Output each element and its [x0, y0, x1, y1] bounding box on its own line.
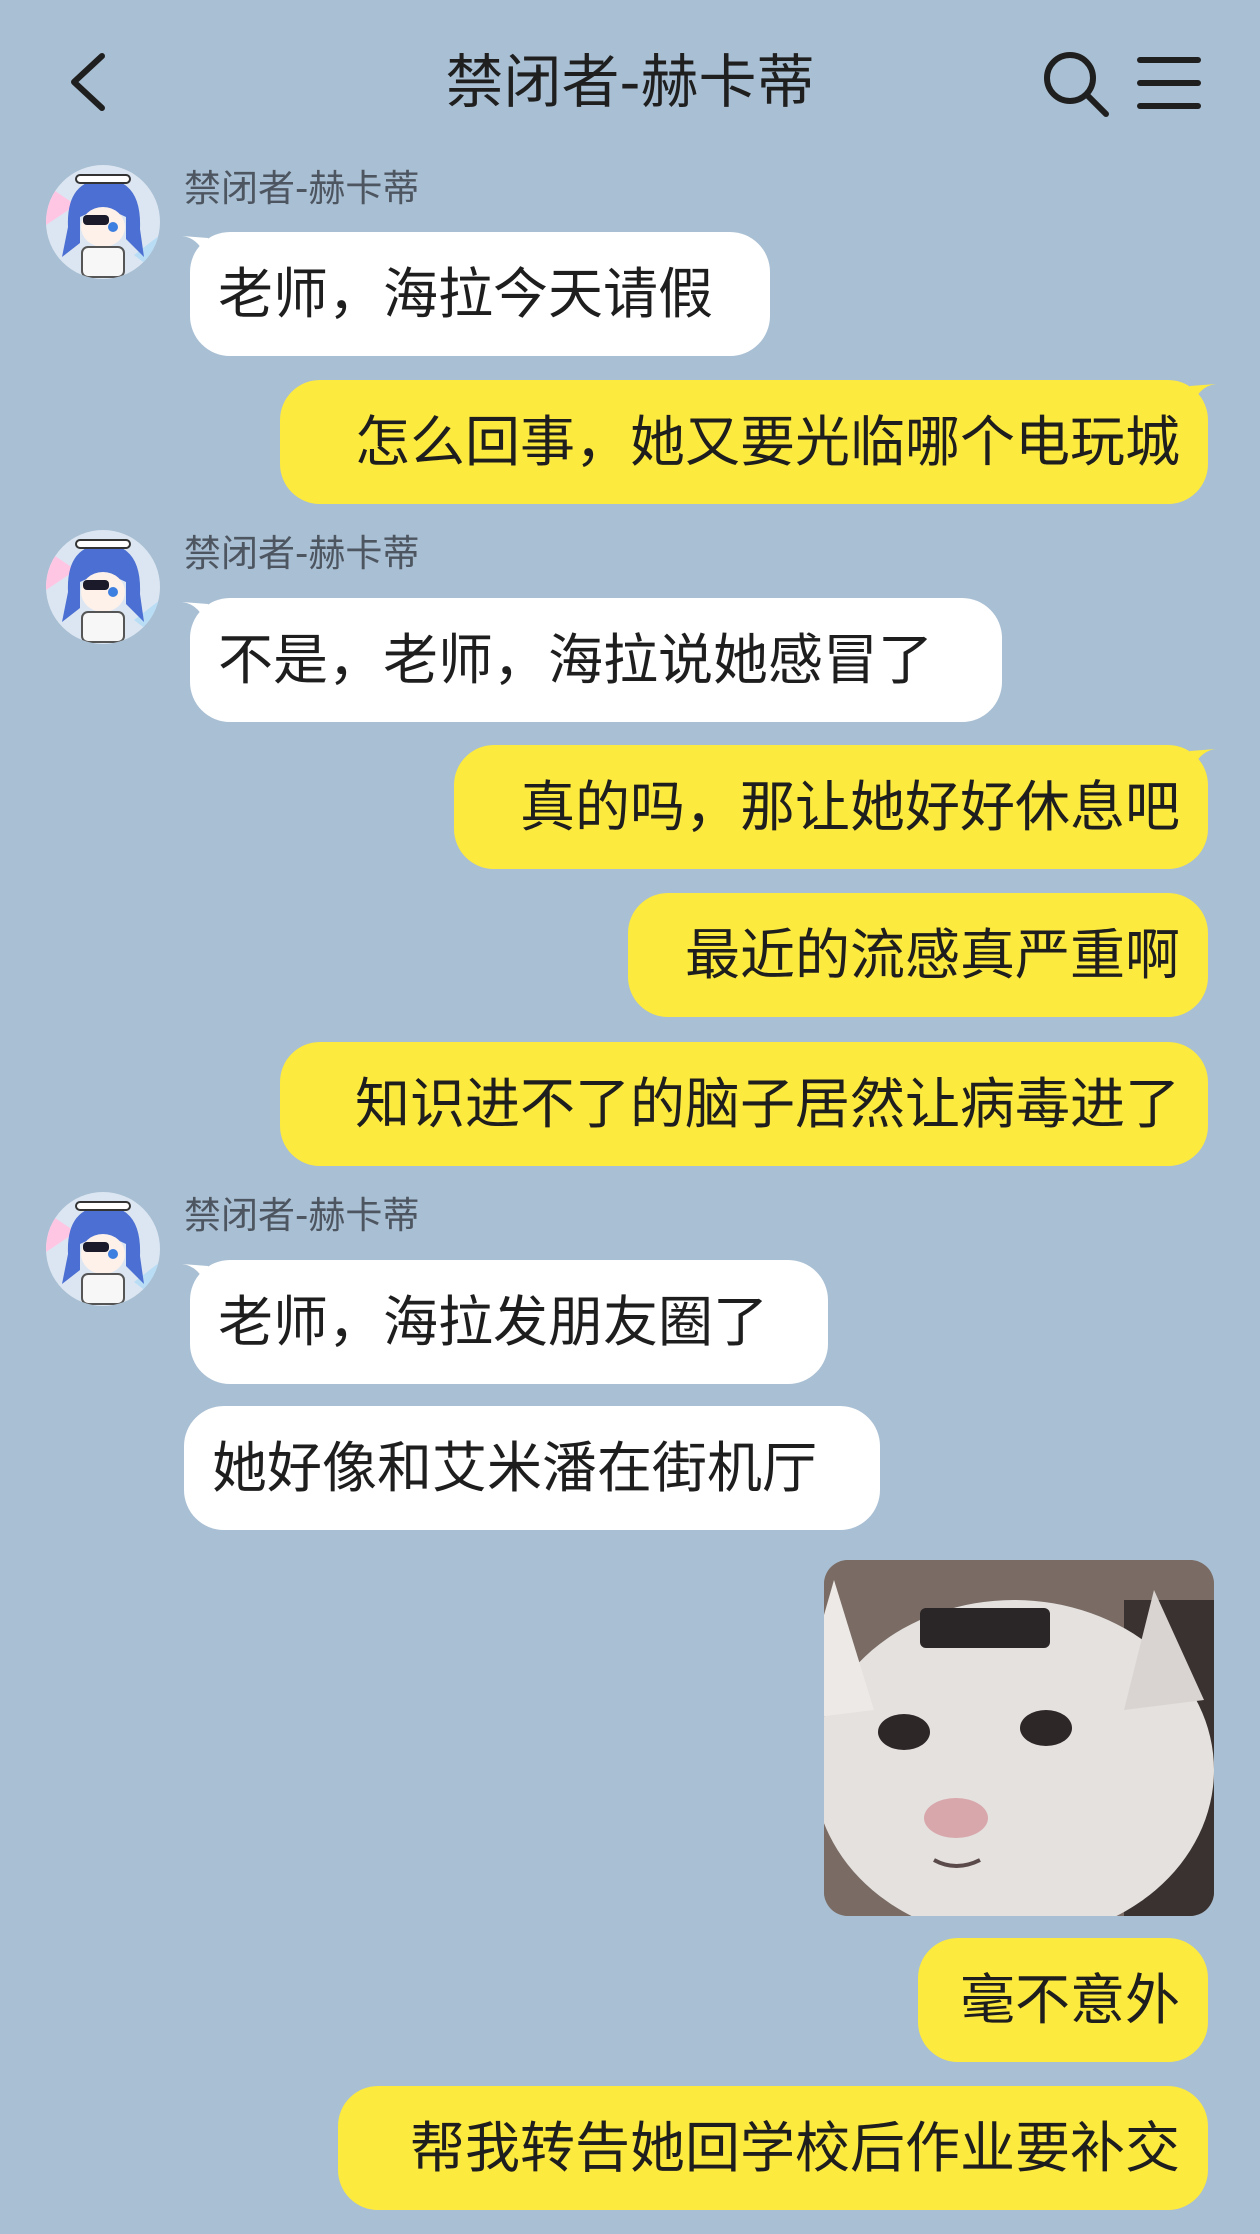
- sender-name: 禁闭者-赫卡蒂: [184, 532, 420, 575]
- message-bubble-incoming[interactable]: 她好像和艾米潘在街机厅: [184, 1406, 880, 1530]
- sender-name: 禁闭者-赫卡蒂: [184, 167, 420, 210]
- message-text: 毫不意外: [959, 1968, 1180, 2032]
- message-bubble-outgoing[interactable]: 怎么回事，她又要光临哪个电玩城: [280, 380, 1208, 504]
- message-bubble-incoming[interactable]: 不是，老师，海拉说她感冒了: [190, 598, 1002, 722]
- message-text: 她好像和艾米潘在街机厅: [212, 1436, 818, 1500]
- message-bubble-outgoing[interactable]: 帮我转告她回学校后作业要补交: [338, 2086, 1208, 2210]
- message-text: 怎么回事，她又要光临哪个电玩城: [354, 410, 1180, 474]
- avatar[interactable]: [46, 530, 160, 644]
- message-bubble-outgoing[interactable]: 知识进不了的脑子居然让病毒进了: [280, 1042, 1208, 1166]
- message-text: 最近的流感真严重啊: [684, 923, 1180, 987]
- chevron-left-icon: [71, 53, 105, 111]
- message-text: 老师，海拉今天请假: [218, 262, 714, 326]
- white-cat-face-sticker: [824, 1560, 1214, 1916]
- message-bubble-incoming[interactable]: 老师，海拉今天请假: [190, 232, 770, 356]
- message-bubble-incoming[interactable]: 老师，海拉发朋友圈了: [190, 1260, 828, 1384]
- bubble-tail: [182, 602, 208, 628]
- image-message[interactable]: [824, 1560, 1214, 1916]
- menu-icon: [1137, 57, 1201, 109]
- message-text: 老师，海拉发朋友圈了: [218, 1290, 769, 1354]
- search-button[interactable]: [1040, 48, 1112, 120]
- back-button[interactable]: [60, 44, 120, 120]
- menu-button[interactable]: [1134, 50, 1204, 116]
- message-bubble-outgoing[interactable]: 毫不意外: [918, 1938, 1208, 2062]
- sender-name: 禁闭者-赫卡蒂: [184, 1194, 420, 1237]
- message-text: 真的吗，那让她好好休息吧: [519, 775, 1180, 839]
- message-bubble-outgoing[interactable]: 最近的流感真严重啊: [628, 893, 1208, 1017]
- bubble-tail: [182, 236, 208, 262]
- message-text: 帮我转告她回学校后作业要补交: [409, 2116, 1180, 2180]
- message-bubble-outgoing[interactable]: 真的吗，那让她好好休息吧: [454, 745, 1208, 869]
- bubble-tail: [1190, 749, 1216, 775]
- avatar[interactable]: [46, 1192, 160, 1306]
- message-text: 知识进不了的脑子居然让病毒进了: [354, 1072, 1180, 1136]
- bubble-tail: [1190, 384, 1216, 410]
- message-text: 不是，老师，海拉说她感冒了: [218, 628, 934, 692]
- bubble-tail: [182, 1264, 208, 1290]
- avatar[interactable]: [46, 165, 160, 279]
- chat-header: 禁闭者-赫卡蒂: [0, 0, 1260, 165]
- search-icon: [1044, 52, 1109, 117]
